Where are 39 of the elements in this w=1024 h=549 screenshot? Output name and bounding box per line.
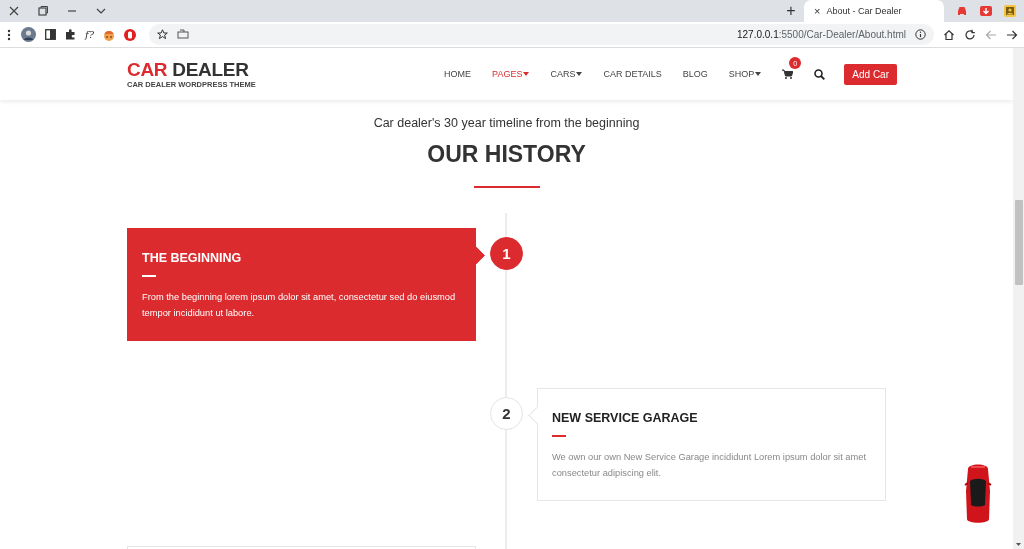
card-text: From the beginning lorem ipsum dolor sit amet, consectetur sed do eiusmod tempor incididunt ut labore. xyxy=(142,291,457,320)
nav-link[interactable]: PAGES xyxy=(492,69,530,79)
step-number: 1 xyxy=(490,237,523,270)
card-text: We own our own New Service Garage incididunt Lorem ipsum dolor sit amet consectetur adipiscing elit. xyxy=(552,451,867,480)
scroll-down-icon[interactable] xyxy=(1016,543,1021,546)
section-title: OUR HISTORY xyxy=(426,141,587,167)
info-icon[interactable] xyxy=(915,29,926,40)
star-icon[interactable] xyxy=(157,29,169,40)
more-menu-icon[interactable] xyxy=(6,28,12,41)
url-text: 127.0.0.1:5500/Car-Dealer/About.html xyxy=(737,29,906,40)
home-icon[interactable] xyxy=(943,28,955,41)
address-bar[interactable]: 127.0.0.1:5500/Car-Dealer/About.html xyxy=(149,24,934,45)
nav-link[interactable]: BLOG xyxy=(682,69,708,79)
new-tab-button[interactable]: + xyxy=(780,0,802,22)
sidebar-icon[interactable] xyxy=(45,29,56,40)
nav-link[interactable]: CARS xyxy=(550,69,583,79)
contact-card-icon[interactable] xyxy=(1004,5,1016,17)
avatar-icon[interactable] xyxy=(21,27,36,42)
card-title: NEW SERVICE GARAGE xyxy=(552,411,699,425)
section-subtitle: Car dealer's 30 year timeline from the beginning xyxy=(372,116,641,130)
cart-icon[interactable] xyxy=(782,69,794,79)
restore-icon[interactable] xyxy=(37,5,49,17)
close-icon[interactable] xyxy=(8,5,20,17)
search-icon[interactable] xyxy=(814,68,826,80)
reload-icon[interactable] xyxy=(964,28,976,41)
nav-link[interactable]: CAR DETAILS xyxy=(603,69,662,79)
puzzle-icon[interactable] xyxy=(65,29,76,40)
logo-text[interactable]: CAR DEALER xyxy=(127,59,249,79)
extension-button[interactable]: f? xyxy=(85,29,95,40)
forward-icon[interactable] xyxy=(1006,28,1018,41)
download-icon[interactable] xyxy=(980,5,992,17)
add-car-button[interactable]: Add Car xyxy=(844,63,897,85)
nav-link[interactable]: SHOP xyxy=(728,69,762,79)
tab-close-button[interactable]: × xyxy=(814,5,821,17)
nav-link[interactable]: HOME xyxy=(444,69,472,79)
tab-title: About - Car Dealer xyxy=(826,6,902,16)
card-title: THE BEGINNING xyxy=(142,251,243,265)
browser-tab[interactable]: × About - Car Dealer xyxy=(804,0,944,22)
step-number: 2 xyxy=(490,397,523,430)
